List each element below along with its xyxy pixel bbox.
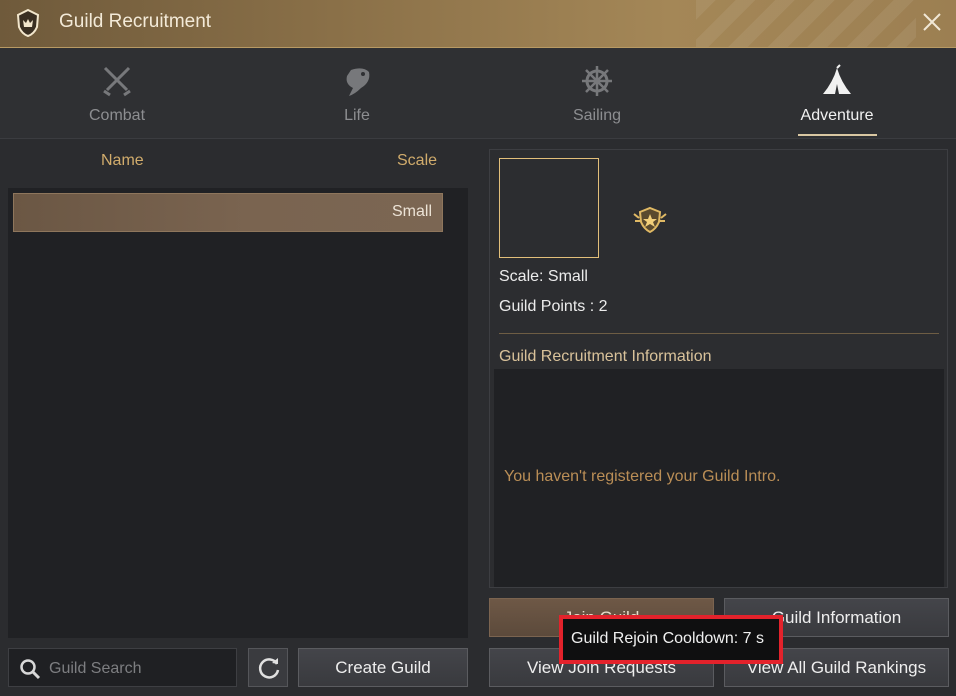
guild-detail-panel: Scale: Small Guild Points : 2 Guild Recr… (478, 139, 956, 696)
tab-label: Combat (88, 107, 146, 124)
tab-combat[interactable]: Combat (17, 48, 217, 138)
ship-wheel-icon (582, 66, 612, 96)
guild-rank-badge-icon (633, 206, 667, 234)
tent-icon (823, 64, 851, 94)
refresh-icon (258, 658, 280, 679)
tooltip-text: Guild Rejoin Cooldown: 7 s (571, 630, 764, 647)
guild-points-text: Guild Points : 2 (499, 298, 608, 315)
guild-intro-text: You haven't registered your Guild Intro. (504, 468, 781, 485)
title-bar-pattern (696, 0, 916, 47)
create-guild-button[interactable]: Create Guild (298, 648, 468, 687)
refresh-button[interactable] (248, 648, 288, 687)
close-icon[interactable] (920, 10, 944, 34)
column-header-scale: Scale (397, 152, 438, 169)
window-title: Guild Recruitment (59, 11, 212, 32)
fish-icon (346, 68, 370, 96)
column-header-name: Name (101, 152, 144, 169)
guild-scale-text: Scale: Small (499, 268, 588, 285)
guild-list: Small (8, 188, 468, 638)
tab-label: Sailing (572, 107, 622, 124)
category-tabs: Combat Life Sailing Adventure (0, 48, 956, 139)
guild-scale: Small (391, 203, 432, 220)
list-item[interactable]: Small (13, 193, 443, 232)
tab-label: Life (344, 107, 370, 124)
rejoin-cooldown-tooltip: Guild Rejoin Cooldown: 7 s (559, 615, 783, 664)
search-input[interactable] (47, 656, 231, 682)
crossed-swords-icon (103, 66, 131, 97)
search-icon (20, 659, 41, 680)
guild-intro-box: You haven't registered your Guild Intro. (494, 369, 944, 587)
divider (499, 333, 939, 334)
guild-list-panel: Name Scale Small Create Guild (0, 139, 478, 696)
title-bar: Guild Recruitment (0, 0, 956, 48)
search-box (8, 648, 237, 687)
guild-emblem (499, 158, 599, 258)
active-tab-indicator (798, 134, 877, 136)
tab-label: Adventure (800, 107, 874, 124)
guild-crest-icon (16, 8, 40, 38)
tab-adventure[interactable]: Adventure (737, 48, 937, 138)
tab-sailing[interactable]: Sailing (497, 48, 697, 138)
tab-life[interactable]: Life (257, 48, 457, 138)
recruitment-info-title: Guild Recruitment Information (499, 348, 712, 365)
guild-info-box: Scale: Small Guild Points : 2 Guild Recr… (489, 149, 948, 588)
